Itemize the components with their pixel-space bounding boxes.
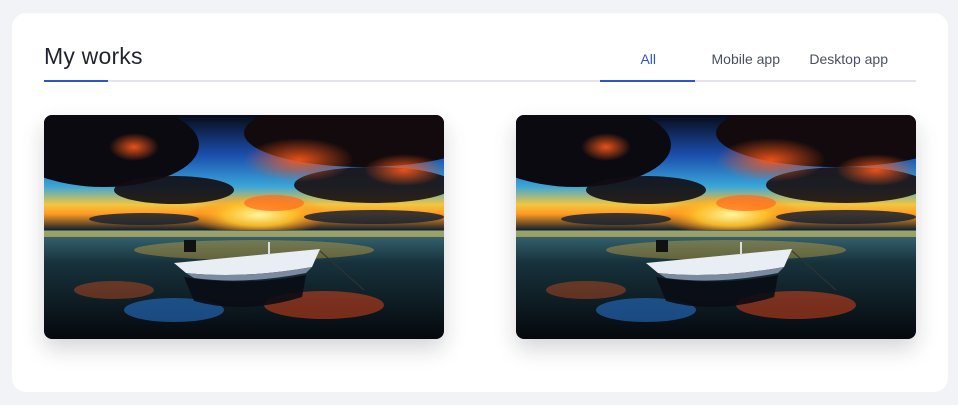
tab-desktop-app[interactable]: Desktop app — [809, 51, 888, 67]
tab-mobile-app[interactable]: Mobile app — [712, 51, 781, 67]
works-card: My works All Mobile app Desktop app — [12, 13, 948, 392]
work-item-2[interactable] — [516, 115, 916, 339]
tab-all[interactable]: All — [640, 51, 656, 67]
sunset-boat-image — [44, 115, 444, 339]
works-gallery — [44, 115, 916, 339]
header-divider — [44, 80, 916, 82]
active-tab-underline — [600, 80, 695, 82]
title-underline — [44, 80, 108, 82]
sunset-boat-image — [516, 115, 916, 339]
works-header: My works All Mobile app Desktop app — [44, 13, 916, 83]
page-title: My works — [44, 43, 143, 69]
work-item-1[interactable] — [44, 115, 444, 339]
